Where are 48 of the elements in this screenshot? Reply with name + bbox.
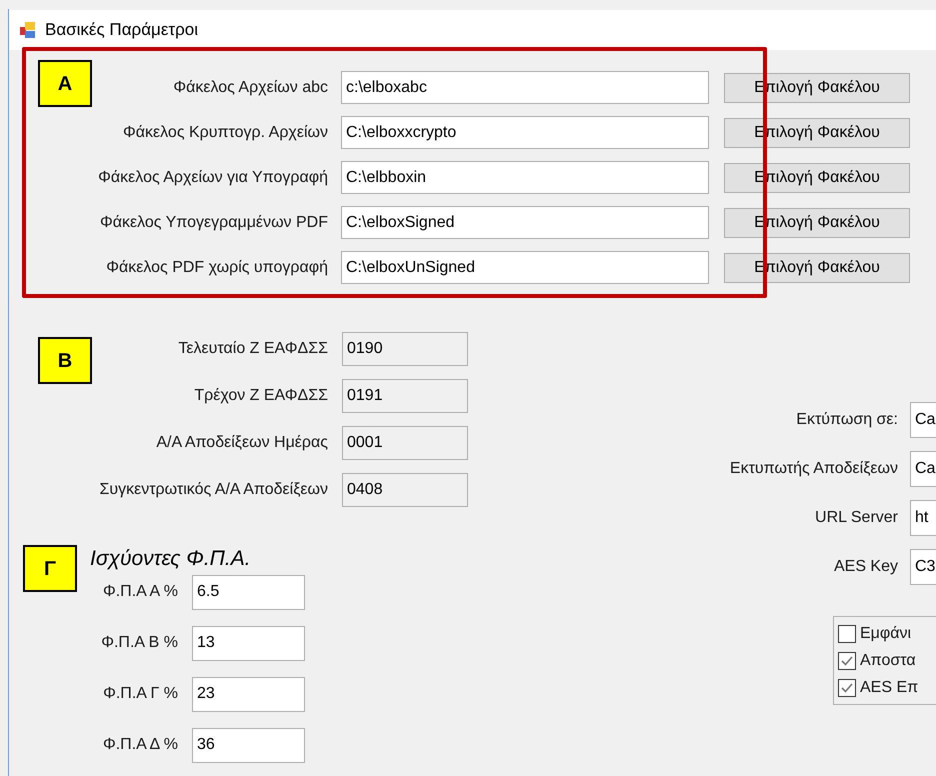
input-field[interactable]: 36 [192, 728, 305, 762]
input-field[interactable]: c:\elboxabc [341, 71, 709, 104]
app-icon [19, 21, 37, 39]
input-field[interactable]: 0001 [342, 426, 468, 460]
checkbox-label: AES Επ [860, 678, 918, 698]
field-label: Φ.Π.Α Β % [101, 633, 178, 653]
window-title: Βασικές Παράμετροι [45, 19, 198, 42]
field-label: Τελευταίο Ζ ΕΑΦΔΣΣ [178, 339, 328, 359]
check-icon [841, 656, 853, 666]
check-icon [841, 682, 853, 692]
input-field[interactable]: 23 [192, 676, 305, 712]
field-label: Φάκελος Κρυπτογρ. Αρχείων [123, 122, 328, 142]
field-label: Φάκελος PDF χωρίς υπογραφή [106, 258, 328, 278]
input-field[interactable]: C:\elbboxin [341, 161, 709, 194]
input-field[interactable]: Ca [910, 451, 936, 487]
field-label: Τρέχον Ζ ΕΑΦΔΣΣ [194, 386, 328, 406]
checkbox[interactable] [838, 652, 856, 670]
annotation-label: Γ [23, 545, 77, 592]
field-label: Φ.Π.Α Α % [102, 582, 178, 602]
field-label: Φάκελος Αρχείων abc [173, 78, 328, 98]
input-field[interactable]: ht [910, 500, 936, 536]
field-label: Φάκελος Αρχείων για Υπογραφή [98, 168, 328, 188]
checkbox[interactable] [838, 624, 856, 642]
checkbox-label: Αποστα [860, 650, 916, 670]
annotation-label: Α [38, 60, 92, 107]
field-label: Φ.Π.Α Δ % [102, 735, 178, 755]
checkbox[interactable] [838, 678, 856, 696]
field-label: Α/Α Αποδείξεων Ημέρας [156, 433, 328, 453]
input-field[interactable]: 13 [192, 626, 305, 660]
input-field[interactable]: 0191 [342, 379, 468, 413]
section-heading: Ισχύοντες Φ.Π.Α. [90, 547, 251, 570]
input-field[interactable]: 0408 [342, 473, 468, 507]
field-label: AES Key [834, 557, 898, 577]
input-field[interactable]: C:\elboxSigned [341, 206, 709, 239]
input-field[interactable]: C:\elboxUnSigned [341, 251, 709, 284]
input-field[interactable]: C3 [910, 549, 936, 585]
field-label: URL Server [815, 508, 898, 528]
field-label: Φ.Π.Α Γ % [103, 684, 178, 704]
annotation-label: Β [38, 337, 92, 384]
input-field[interactable]: 6.5 [192, 574, 305, 610]
field-label: Συγκεντρωτικός Α/Α Αποδείξεων [99, 480, 328, 500]
input-field[interactable]: C:\elboxxcrypto [341, 116, 709, 149]
field-label: Εκτυπωτής Αποδείξεων [730, 459, 898, 479]
checkbox-label: Εμφάνι [860, 624, 912, 644]
field-label: Φάκελος Υπογεγραμμένων PDF [100, 212, 328, 232]
input-field[interactable]: 0190 [342, 332, 468, 366]
input-field[interactable]: Ca [910, 402, 936, 438]
field-label: Εκτύπωση σε: [796, 410, 898, 430]
